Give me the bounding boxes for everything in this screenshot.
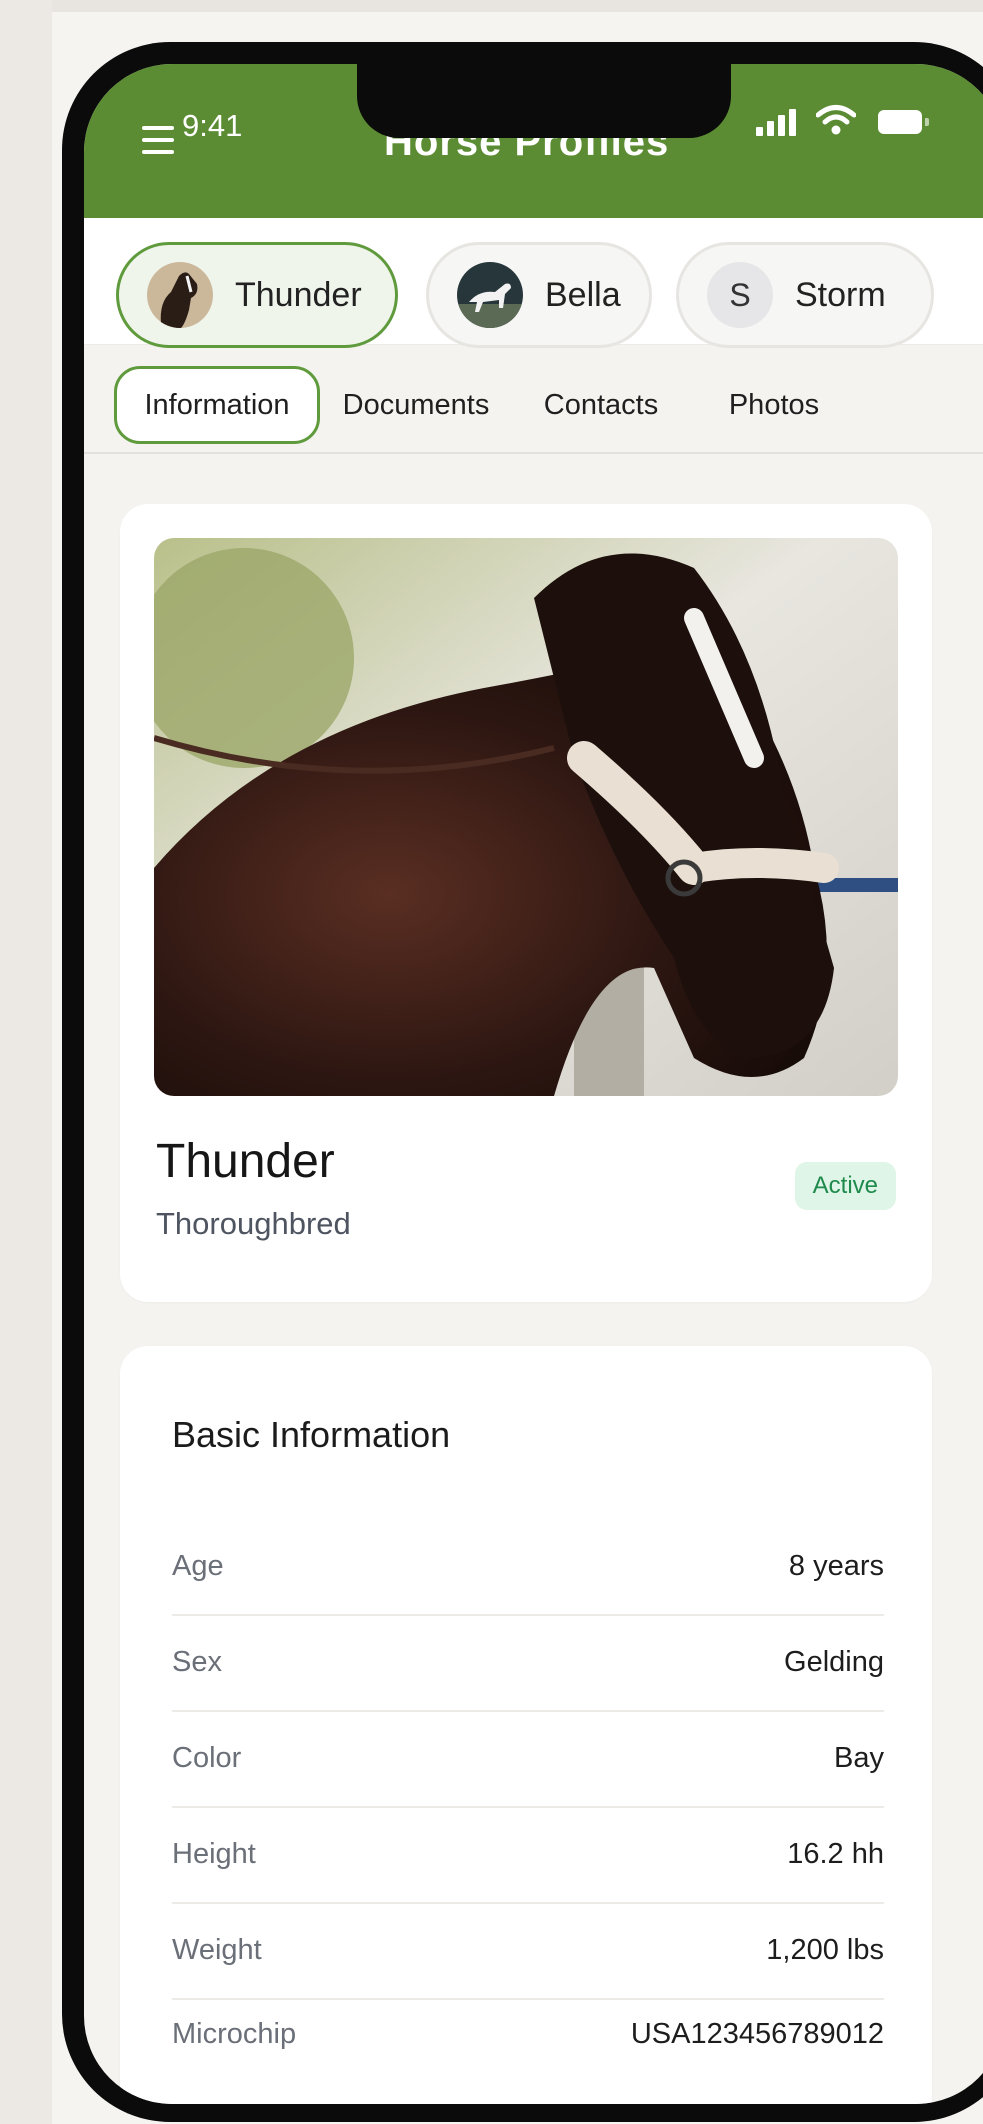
status-time: 9:41	[182, 108, 243, 143]
info-value: 1,200 lbs	[766, 1933, 884, 1966]
info-value: 8 years	[788, 1549, 884, 1582]
horse-chip-thunder[interactable]: Thunder	[116, 242, 398, 348]
info-label: Height	[172, 1837, 256, 1870]
info-row-color: Color Bay	[172, 1710, 884, 1808]
horse-selector: Thunder Bella S Storm	[84, 218, 983, 348]
info-row-height: Height 16.2 hh	[172, 1806, 884, 1904]
horse-breed: Thoroughbred	[156, 1206, 351, 1241]
horse-avatar-icon	[457, 262, 523, 328]
horse-name: Thunder	[156, 1135, 335, 1188]
tab-photos[interactable]: Photos	[704, 366, 844, 444]
info-label: Weight	[172, 1933, 262, 1966]
section-title: Basic Information	[172, 1414, 451, 1455]
info-row-age: Age 8 years	[172, 1518, 884, 1616]
cellular-signal-icon	[756, 108, 800, 136]
profile-tabs: Information Documents Contacts Photos	[84, 344, 983, 454]
backdrop-top	[0, 0, 983, 12]
info-value: 16.2 hh	[787, 1837, 884, 1870]
info-row-microchip: Microchip USA123456789012	[172, 1986, 884, 2082]
profile-card: Thunder Thoroughbred Active	[120, 504, 932, 1302]
hamburger-menu-icon[interactable]	[142, 122, 178, 158]
tab-documents[interactable]: Documents	[330, 366, 502, 444]
horse-chip-bella[interactable]: Bella	[426, 242, 652, 348]
app-header: 9:41 Horse Profiles	[84, 64, 983, 218]
horse-chip-label: Bella	[545, 275, 621, 314]
camera-notch	[357, 64, 731, 138]
info-value: Bay	[834, 1741, 884, 1774]
battery-icon	[878, 110, 930, 134]
tab-information[interactable]: Information	[114, 366, 320, 444]
tab-contacts[interactable]: Contacts	[518, 366, 684, 444]
horse-chip-label: Thunder	[235, 275, 362, 314]
status-badge: Active	[794, 1162, 896, 1210]
info-row-sex: Sex Gelding	[172, 1614, 884, 1712]
basic-info-card: Basic Information Age 8 years Sex Geldin…	[120, 1346, 932, 2104]
info-value: USA123456789012	[630, 2017, 884, 2050]
horse-chip-label: Storm	[795, 275, 886, 314]
info-value: Gelding	[784, 1645, 884, 1678]
horse-avatar-letter: S	[707, 262, 773, 328]
info-label: Color	[172, 1741, 242, 1774]
info-label: Age	[172, 1549, 224, 1582]
backdrop-left	[0, 0, 52, 2124]
info-label: Microchip	[172, 2017, 297, 2050]
horse-photo	[154, 538, 898, 1096]
horse-avatar-icon	[147, 262, 213, 328]
horse-chip-storm[interactable]: S Storm	[676, 242, 934, 348]
info-label: Sex	[172, 1645, 222, 1678]
app-screen: 9:41 Horse Profiles Thunder Bella S Stor…	[84, 64, 983, 2104]
wifi-icon	[816, 105, 856, 135]
